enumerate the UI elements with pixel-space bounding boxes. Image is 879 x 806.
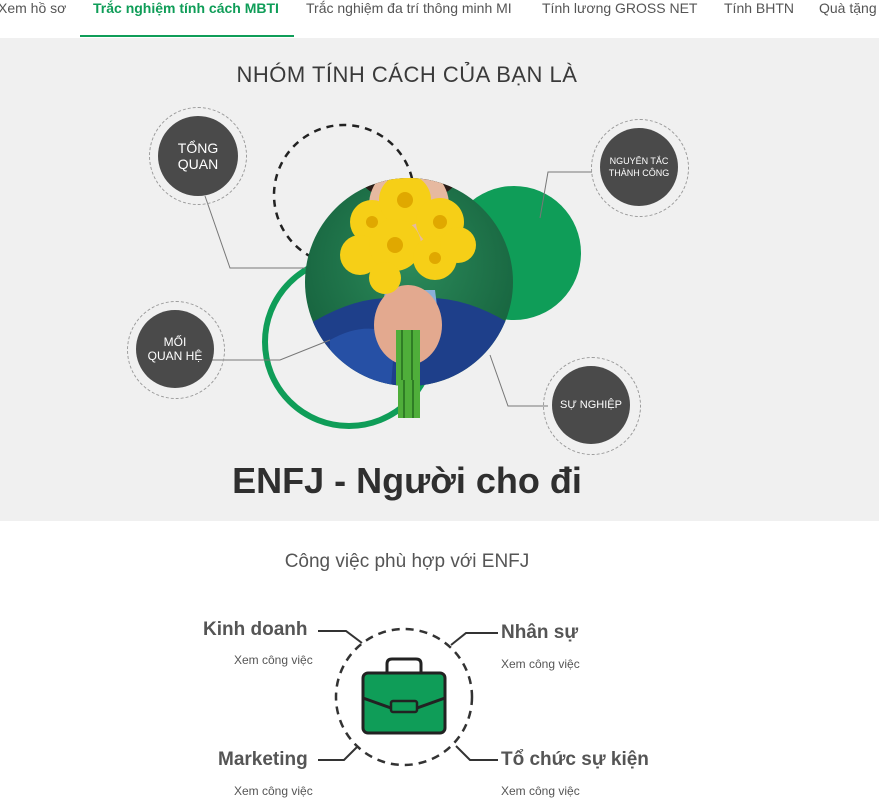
job-kinh-doanh: Kinh doanh: [203, 619, 308, 640]
job-to-chuc-su-kien-link[interactable]: Xem công việc: [501, 784, 580, 798]
personality-illustration: [204, 123, 592, 767]
badge-overview-label: TỔNG QUAN: [177, 140, 219, 172]
badge-success[interactable]: NGUYÊN TẮC THÀNH CÔNG: [600, 128, 678, 206]
badge-success-label: NGUYÊN TẮC THÀNH CÔNG: [608, 156, 670, 178]
job-nhan-su-link[interactable]: Xem công việc: [501, 657, 580, 671]
briefcase-icon: [361, 657, 447, 735]
jobs-section-title: Công việc phù hợp với ENFJ: [284, 551, 530, 572]
job-kinh-doanh-link[interactable]: Xem công việc: [234, 653, 313, 667]
badge-overview[interactable]: TỔNG QUAN: [158, 116, 238, 196]
badge-relationship-label: MỐI QUAN HỆ: [147, 335, 203, 363]
person-photo: [305, 178, 513, 386]
job-to-chuc-su-kien: Tổ chức sự kiện: [501, 749, 649, 770]
badge-career[interactable]: SỰ NGHIỆP: [552, 366, 630, 444]
job-marketing: Marketing: [218, 749, 308, 770]
badge-relationship[interactable]: MỐI QUAN HỆ: [136, 310, 214, 388]
job-marketing-link[interactable]: Xem công việc: [234, 784, 313, 798]
job-nhan-su: Nhân sự: [501, 622, 579, 643]
flower-stems: [398, 380, 420, 418]
badge-career-label: SỰ NGHIỆP: [560, 398, 622, 411]
personality-type-title: ENFJ - Người cho đi: [232, 460, 582, 501]
